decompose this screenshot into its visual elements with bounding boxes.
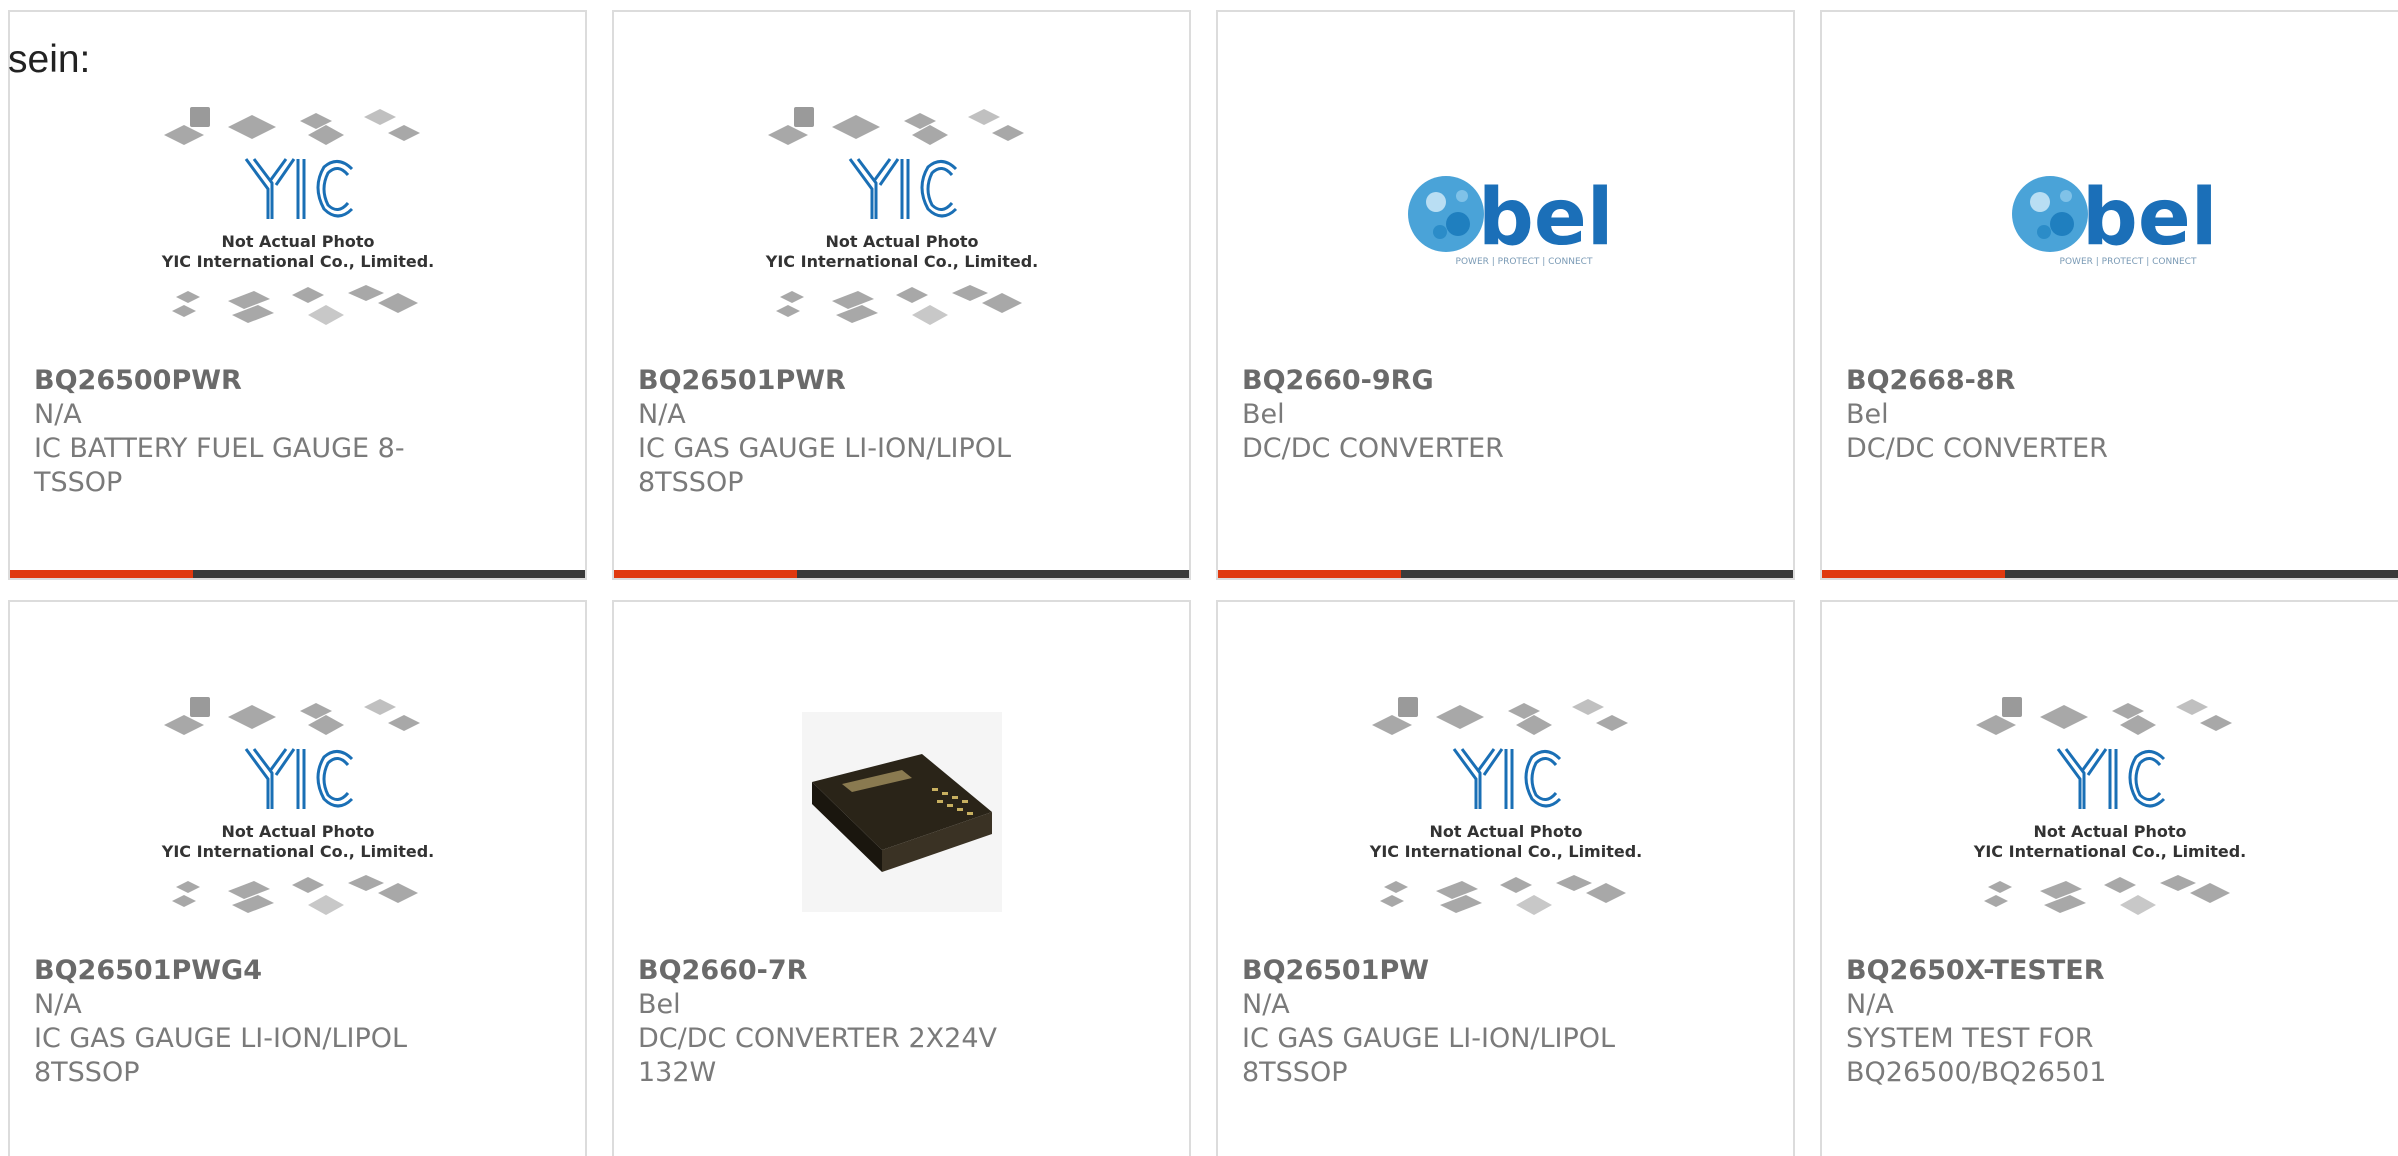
- yic-mark: [2056, 748, 2165, 809]
- product-manufacturer: N/A: [34, 399, 82, 430]
- product-card[interactable]: Not Actual Photo YIC International Co., …: [612, 10, 1191, 580]
- bel-wordmark: bel: [1478, 173, 1613, 263]
- yic-mark: [244, 748, 353, 809]
- product-part-number[interactable]: BQ26501PW: [1242, 954, 1429, 988]
- placeholder-line1: Not Actual Photo: [825, 232, 978, 251]
- product-card[interactable]: bel POWER | PROTECT | CONNECT BQ2660-9RG…: [1216, 10, 1795, 580]
- yic-placeholder-logo: Not Actual Photo YIC International Co., …: [1972, 697, 2246, 915]
- yic-placeholder-logo: Not Actual Photo YIC International Co., …: [160, 697, 434, 915]
- section-label: sein:: [8, 38, 91, 81]
- product-card[interactable]: Not Actual Photo YIC International Co., …: [8, 10, 587, 580]
- product-description: IC GAS GAUGE LI-ION/LIPOL 8TSSOP: [638, 433, 1012, 498]
- product-image[interactable]: Not Actual Photo YIC International Co., …: [614, 92, 1189, 352]
- bel-tagline: POWER | PROTECT | CONNECT: [1455, 257, 1592, 267]
- product-image[interactable]: Not Actual Photo YIC International Co., …: [10, 682, 585, 942]
- product-description: DC/DC CONVERTER: [1242, 433, 1504, 464]
- chip-icons-top: [1975, 697, 2232, 735]
- placeholder-line2: YIC International Co., Limited.: [764, 252, 1037, 271]
- card-bottom-bar: [1218, 570, 1793, 578]
- card-accent-bar: [10, 570, 193, 578]
- product-manufacturer: N/A: [638, 399, 686, 430]
- card-bottom-bar: [614, 570, 1189, 578]
- product-description: DC/DC CONVERTER 2X24V 132W: [638, 1023, 997, 1088]
- chip-icons-bottom: [775, 285, 1022, 325]
- placeholder-line2: YIC International Co., Limited.: [160, 252, 433, 271]
- chip-icons-bottom: [1379, 875, 1626, 915]
- yic-placeholder-logo: Not Actual Photo YIC International Co., …: [1368, 697, 1642, 915]
- product-part-number[interactable]: BQ2660-9RG: [1242, 364, 1434, 398]
- product-image[interactable]: bel POWER | PROTECT | CONNECT: [1218, 92, 1793, 352]
- product-card[interactable]: BQ2660-7R Bel DC/DC CONVERTER 2X24V 132W: [612, 600, 1191, 1156]
- yic-placeholder-logo: Not Actual Photo YIC International Co., …: [160, 107, 434, 325]
- product-card[interactable]: bel POWER | PROTECT | CONNECT BQ2668-8R …: [1820, 10, 2398, 580]
- yic-mark: [1452, 748, 1561, 809]
- product-description: DC/DC CONVERTER: [1846, 433, 2108, 464]
- product-image[interactable]: Not Actual Photo YIC International Co., …: [1822, 682, 2397, 942]
- card-accent-bar: [1218, 570, 1401, 578]
- placeholder-line1: Not Actual Photo: [221, 232, 374, 251]
- placeholder-line1: Not Actual Photo: [1429, 822, 1582, 841]
- product-card[interactable]: Not Actual Photo YIC International Co., …: [1216, 600, 1795, 1156]
- product-manufacturer: N/A: [1242, 989, 1290, 1020]
- chip-icons-top: [1371, 697, 1628, 735]
- product-part-number[interactable]: BQ2668-8R: [1846, 364, 2015, 398]
- product-part-number[interactable]: BQ26500PWR: [34, 364, 242, 398]
- product-manufacturer: N/A: [1846, 989, 1894, 1020]
- placeholder-line1: Not Actual Photo: [2033, 822, 2186, 841]
- placeholder-line2: YIC International Co., Limited.: [1972, 842, 2245, 861]
- product-description: IC GAS GAUGE LI-ION/LIPOL 8TSSOP: [1242, 1023, 1616, 1088]
- bel-tagline: POWER | PROTECT | CONNECT: [2059, 257, 2196, 267]
- product-manufacturer: Bel: [638, 989, 681, 1020]
- product-card[interactable]: Not Actual Photo YIC International Co., …: [1820, 600, 2398, 1156]
- chip-icons-bottom: [1983, 875, 2230, 915]
- bel-globe-icon: [2011, 176, 2088, 252]
- product-description: IC GAS GAUGE LI-ION/LIPOL 8TSSOP: [34, 1023, 408, 1088]
- chip-icons-top: [163, 697, 420, 735]
- yic-placeholder-logo: Not Actual Photo YIC International Co., …: [764, 107, 1038, 325]
- chip-icons-top: [767, 107, 1024, 145]
- product-part-number[interactable]: BQ2660-7R: [638, 954, 807, 988]
- yic-mark: [244, 158, 353, 219]
- product-manufacturer: Bel: [1846, 399, 1889, 430]
- product-image[interactable]: Not Actual Photo YIC International Co., …: [1218, 682, 1793, 942]
- card-accent-bar: [614, 570, 797, 578]
- product-description: SYSTEM TEST FOR BQ26500/BQ26501: [1846, 1023, 2107, 1088]
- yic-mark: [848, 158, 957, 219]
- product-image[interactable]: Not Actual Photo YIC International Co., …: [10, 92, 585, 352]
- bel-brand-logo: bel POWER | PROTECT | CONNECT: [2011, 173, 2217, 267]
- chip-icons-bottom: [171, 875, 418, 915]
- card-bottom-bar: [10, 570, 585, 578]
- product-image[interactable]: bel POWER | PROTECT | CONNECT: [1822, 92, 2397, 352]
- product-manufacturer: N/A: [34, 989, 82, 1020]
- product-manufacturer: Bel: [1242, 399, 1285, 430]
- card-bottom-bar: [1822, 570, 2398, 578]
- bel-wordmark: bel: [2082, 173, 2217, 263]
- product-image[interactable]: [614, 682, 1189, 942]
- bel-globe-icon: [1407, 176, 1484, 252]
- chip-icons-bottom: [171, 285, 418, 325]
- dc-dc-converter-photo: [801, 712, 1002, 912]
- placeholder-line1: Not Actual Photo: [221, 822, 374, 841]
- product-card[interactable]: Not Actual Photo YIC International Co., …: [8, 600, 587, 1156]
- card-accent-bar: [1822, 570, 2005, 578]
- product-grid-page: sein: Not Actual Photo YIC International…: [0, 0, 2398, 1156]
- product-description: IC BATTERY FUEL GAUGE 8-TSSOP: [34, 433, 405, 498]
- placeholder-line2: YIC International Co., Limited.: [1368, 842, 1641, 861]
- placeholder-line2: YIC International Co., Limited.: [160, 842, 433, 861]
- product-part-number[interactable]: BQ26501PWG4: [34, 954, 262, 988]
- bel-brand-logo: bel POWER | PROTECT | CONNECT: [1407, 173, 1613, 267]
- chip-icons-top: [163, 107, 420, 145]
- product-part-number[interactable]: BQ2650X-TESTER: [1846, 954, 2105, 988]
- product-part-number[interactable]: BQ26501PWR: [638, 364, 846, 398]
